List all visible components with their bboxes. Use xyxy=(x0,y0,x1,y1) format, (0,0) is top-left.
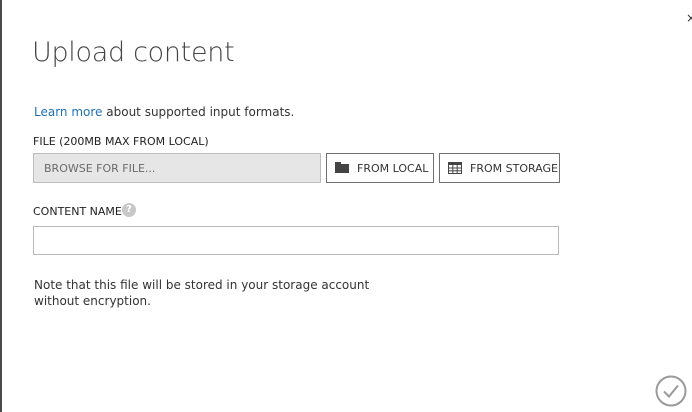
learn-more-link[interactable]: Learn more xyxy=(34,105,102,119)
from-storage-label: FROM STORAGE xyxy=(470,162,558,175)
help-icon[interactable]: ? xyxy=(122,203,136,217)
from-storage-button[interactable]: FROM STORAGE xyxy=(439,153,560,183)
folder-icon xyxy=(335,162,349,173)
checkmark-circle-icon[interactable] xyxy=(655,375,687,407)
dialog-left-edge xyxy=(0,0,2,412)
content-name-label: CONTENT NAME xyxy=(33,205,122,218)
from-local-button[interactable]: FROM LOCAL xyxy=(326,153,434,183)
info-text: about supported input formats. xyxy=(102,105,295,119)
content-name-input[interactable] xyxy=(33,226,559,255)
info-line: Learn more about supported input formats… xyxy=(34,105,294,119)
page-title: Upload content xyxy=(32,37,235,68)
file-label: FILE (200MB MAX FROM LOCAL) xyxy=(33,135,209,148)
from-local-label: FROM LOCAL xyxy=(357,162,429,175)
close-icon[interactable]: × xyxy=(686,11,692,25)
browse-placeholder: BROWSE FOR FILE... xyxy=(44,162,156,175)
storage-grid-icon xyxy=(448,162,462,174)
browse-file-field[interactable]: BROWSE FOR FILE... xyxy=(33,153,321,183)
encryption-note: Note that this file will be stored in yo… xyxy=(34,278,370,308)
